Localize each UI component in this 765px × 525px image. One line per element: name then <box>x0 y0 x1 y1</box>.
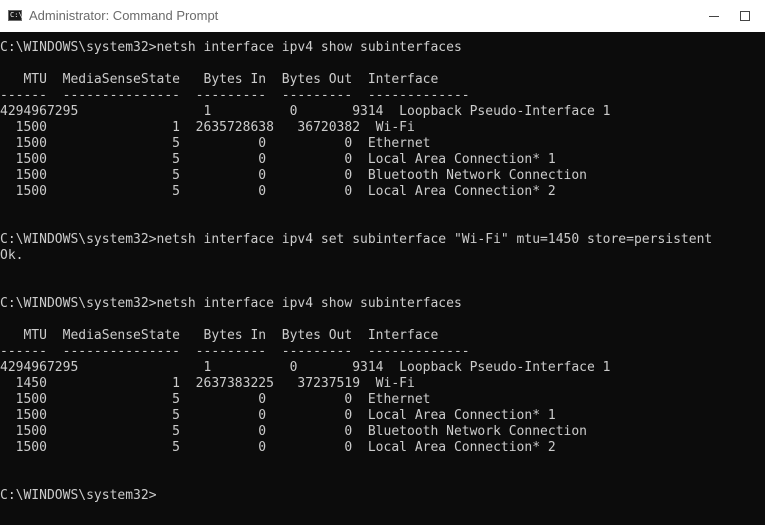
console-line: 4294967295 1 0 9314 Loopback Pseudo-Inte… <box>0 104 611 119</box>
cmd-icon[interactable]: C:\ <box>8 10 23 21</box>
console-line: 1500 5 0 0 Ethernet <box>0 392 431 407</box>
console-line: 1500 1 2635728638 36720382 Wi-Fi <box>0 120 415 135</box>
console-line: 1500 5 0 0 Local Area Connection* 2 <box>0 440 556 455</box>
console-line: 1500 5 0 0 Bluetooth Network Connection <box>0 168 587 183</box>
title-bar[interactable]: C:\ Administrator: Command Prompt <box>0 0 765 32</box>
minimize-button[interactable] <box>688 0 728 32</box>
console-output[interactable]: C:\WINDOWS\system32>netsh interface ipv4… <box>0 40 765 525</box>
console-line: 1500 5 0 0 Bluetooth Network Connection <box>0 424 587 439</box>
console-line: ------ --------------- --------- -------… <box>0 88 470 103</box>
console-line: 4294967295 1 0 9314 Loopback Pseudo-Inte… <box>0 360 611 375</box>
console-line: C:\WINDOWS\system32>netsh interface ipv4… <box>0 40 462 55</box>
console-line: Ok. <box>0 248 24 263</box>
console-line: 1450 1 2637383225 37237519 Wi-Fi <box>0 376 415 391</box>
console-line: C:\WINDOWS\system32>netsh interface ipv4… <box>0 296 462 311</box>
console-line: 1500 5 0 0 Local Area Connection* 1 <box>0 408 556 423</box>
console-line: ------ --------------- --------- -------… <box>0 344 470 359</box>
window-title: Administrator: Command Prompt <box>29 8 219 23</box>
console-line: C:\WINDOWS\system32>netsh interface ipv4… <box>0 232 713 247</box>
console-prompt[interactable]: C:\WINDOWS\system32> <box>0 488 157 504</box>
console-line: 1500 5 0 0 Ethernet <box>0 136 431 151</box>
console-line: 1500 5 0 0 Local Area Connection* 2 <box>0 184 556 199</box>
minimize-icon <box>709 16 719 17</box>
console-line: 1500 5 0 0 Local Area Connection* 1 <box>0 152 556 167</box>
maximize-icon <box>740 11 750 21</box>
cmd-icon-glyph: C:\ <box>10 11 23 19</box>
maximize-button[interactable] <box>728 0 765 32</box>
console-line: MTU MediaSenseState Bytes In Bytes Out I… <box>0 72 439 87</box>
command-prompt-window: C:\ Administrator: Command Prompt C:\WIN… <box>0 0 765 525</box>
console-line: MTU MediaSenseState Bytes In Bytes Out I… <box>0 328 439 343</box>
